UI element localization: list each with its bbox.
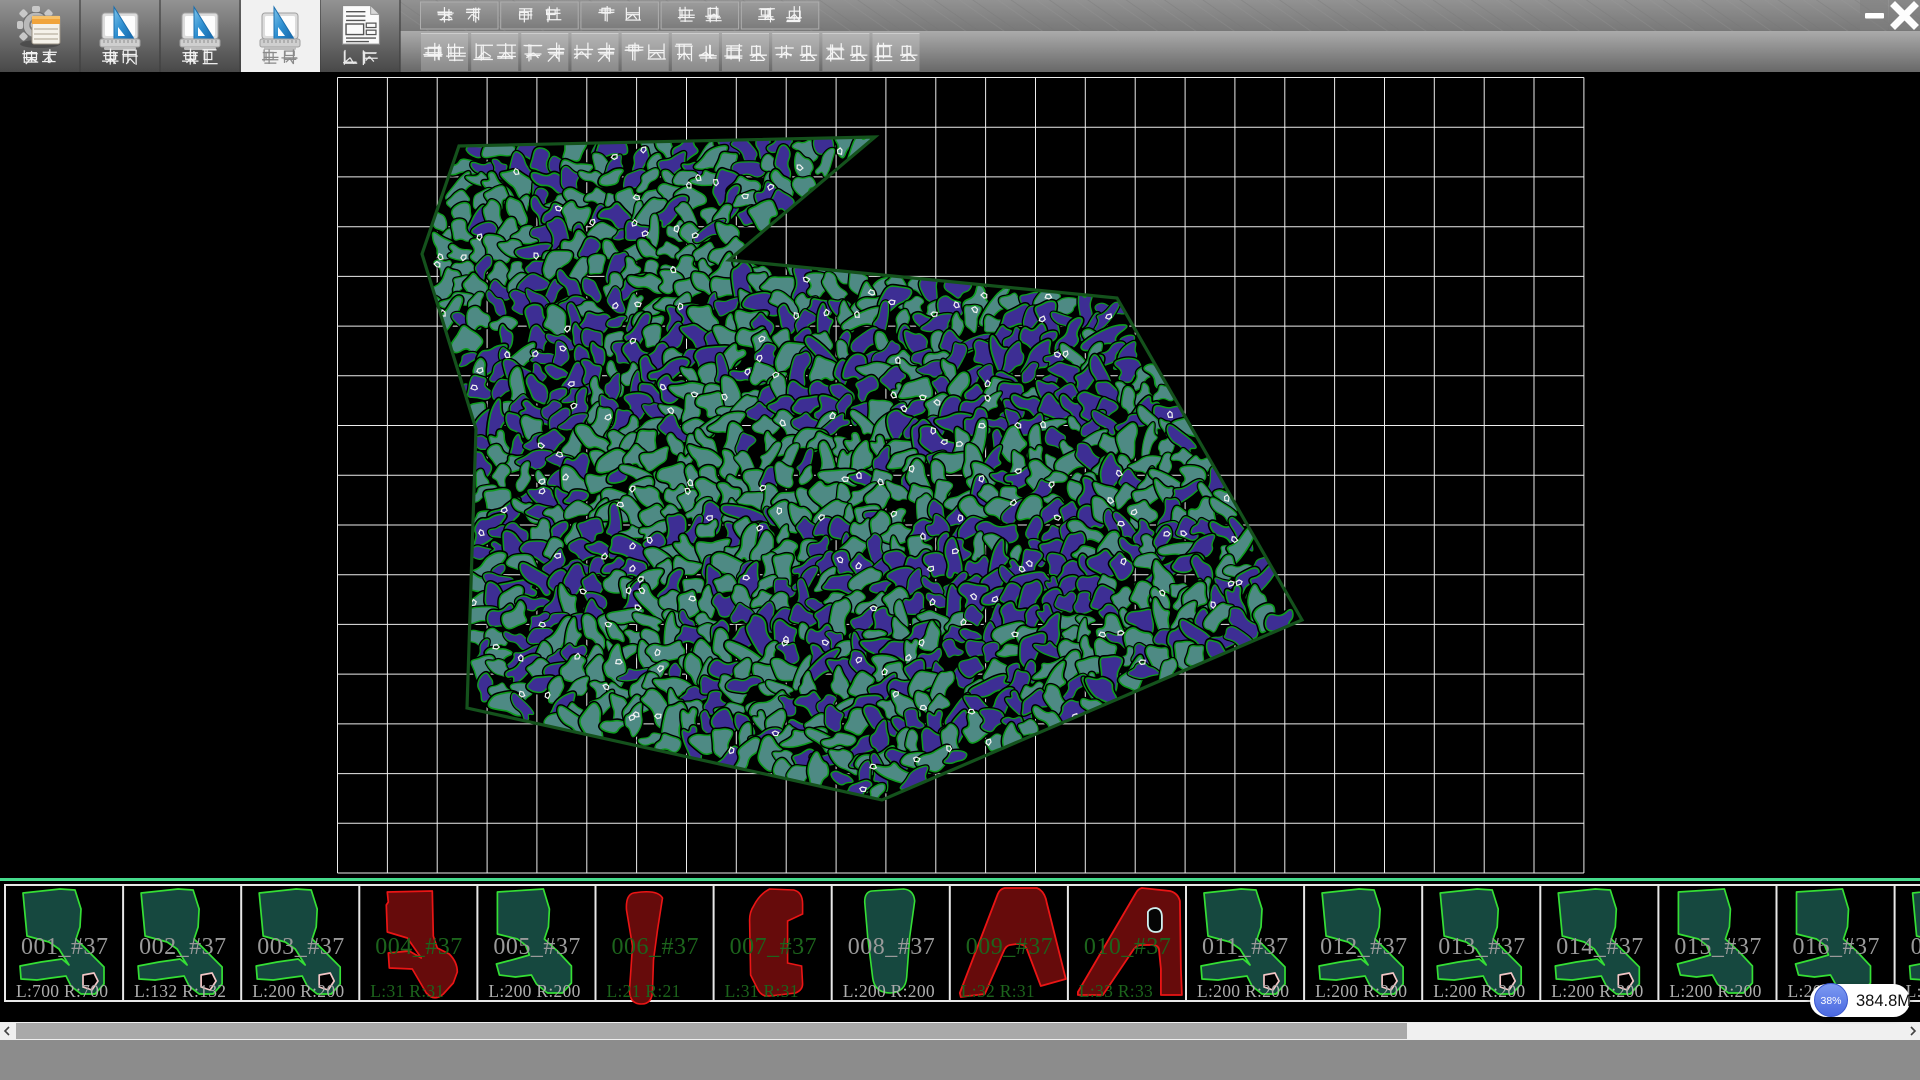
svg-text:001_#37: 001_#37 (21, 934, 109, 960)
svg-text:L:31 R:31: L:31 R:31 (725, 981, 799, 1001)
svg-text:012_#37: 012_#37 (1320, 934, 1408, 960)
svg-text:006_#37: 006_#37 (612, 934, 700, 960)
svg-text:008_#37: 008_#37 (848, 934, 936, 960)
svg-text:010_#37: 010_#37 (1084, 934, 1172, 960)
svg-text:011_#37: 011_#37 (1202, 934, 1289, 960)
svg-text:L:32 R:31: L:32 R:31 (961, 981, 1035, 1001)
svg-text:L:31 R:31: L:31 R:31 (370, 981, 444, 1001)
svg-text:L:200 R:200: L:200 R:200 (1669, 981, 1761, 1001)
svg-text:L:200 R:200: L:200 R:200 (1197, 981, 1289, 1001)
svg-text:016_#37: 016_#37 (1793, 934, 1881, 960)
svg-text:L:33 R:33: L:33 R:33 (1079, 981, 1153, 1001)
svg-text:L:200 R:200: L:200 R:200 (1551, 981, 1643, 1001)
svg-text:L:200 R:200: L:200 R:200 (843, 981, 935, 1001)
svg-text:015_#37: 015_#37 (1674, 934, 1762, 960)
svg-text:007_#37: 007_#37 (730, 934, 818, 960)
svg-text:014_#37: 014_#37 (1556, 934, 1644, 960)
svg-text:L:200 R:200: L:200 R:200 (1315, 981, 1407, 1001)
svg-text:L:200 R:200: L:200 R:200 (488, 981, 580, 1001)
svg-text:L:200 R:200: L:200 R:200 (1433, 981, 1525, 1001)
svg-text:009_#37: 009_#37 (966, 934, 1054, 960)
svg-text:003_#37: 003_#37 (257, 934, 345, 960)
svg-text:002_#37: 002_#37 (139, 934, 227, 960)
svg-text:0: 0 (1911, 934, 1920, 960)
svg-text:013_#37: 013_#37 (1438, 934, 1526, 960)
svg-text:L:200 R:200: L:200 R:200 (252, 981, 344, 1001)
svg-text:L:700 R:700: L:700 R:700 (16, 981, 108, 1001)
svg-text:005_#37: 005_#37 (493, 934, 581, 960)
svg-text:L:21 R:21: L:21 R:21 (607, 981, 681, 1001)
svg-text:384.8M: 384.8M (1856, 992, 1911, 1010)
svg-text:004_#37: 004_#37 (375, 934, 463, 960)
svg-text:L:132 R:132: L:132 R:132 (134, 981, 226, 1001)
svg-text:38%: 38% (1820, 995, 1841, 1007)
